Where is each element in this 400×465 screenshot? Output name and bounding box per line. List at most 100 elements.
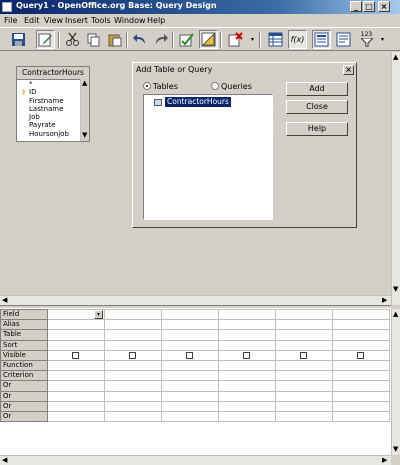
field-item[interactable]: ⚷ ID [21, 88, 79, 96]
or-cell[interactable] [47, 390, 105, 402]
field-item[interactable]: Hoursonjob [21, 130, 79, 138]
or-cell[interactable] [218, 410, 276, 423]
queries-radio-label[interactable]: Queries [221, 82, 252, 91]
delete-icon[interactable] [226, 30, 245, 49]
scroll-up-icon[interactable]: ▲ [82, 80, 87, 87]
field-item[interactable]: Job [21, 113, 79, 121]
or-cell[interactable] [161, 390, 219, 402]
scroll-down-icon[interactable]: ▼ [393, 446, 398, 453]
field-cell[interactable] [161, 308, 219, 321]
sort-cell[interactable] [161, 339, 219, 351]
function-cell[interactable] [47, 359, 105, 372]
visible-checkbox[interactable] [243, 351, 250, 359]
field-list-scrollbar[interactable]: ▲ ▼ [80, 79, 89, 141]
or-cell[interactable] [161, 400, 219, 412]
grid-horizontal-scrollbar[interactable]: ◀ ▶ [0, 455, 391, 465]
function-cell[interactable] [218, 359, 276, 372]
table-cell[interactable] [161, 329, 219, 341]
alias-cell[interactable] [218, 319, 276, 331]
table-cell[interactable] [47, 329, 105, 341]
close-button[interactable]: × [378, 1, 390, 12]
or-cell[interactable] [104, 390, 162, 402]
or-cell[interactable] [332, 410, 390, 423]
or-cell[interactable] [275, 400, 333, 412]
or-cell[interactable] [104, 400, 162, 412]
field-cell[interactable] [104, 308, 162, 321]
function-cell[interactable] [104, 359, 162, 372]
scroll-right-icon[interactable]: ▶ [382, 457, 387, 464]
scroll-left-icon[interactable]: ◀ [2, 457, 7, 464]
field-cell[interactable] [275, 308, 333, 321]
functions-icon[interactable]: f(x) [288, 30, 307, 49]
menu-insert[interactable]: Insert [65, 16, 88, 25]
table-cell[interactable] [218, 329, 276, 341]
chevron-down-icon[interactable]: ▾ [94, 310, 103, 319]
sort-cell[interactable] [332, 339, 390, 351]
or-cell[interactable] [332, 400, 390, 412]
or-cell[interactable] [218, 390, 276, 402]
redo-icon[interactable] [151, 30, 170, 49]
visible-checkbox[interactable] [357, 351, 364, 359]
visible-checkbox[interactable] [129, 351, 136, 359]
or-cell[interactable] [332, 380, 390, 392]
run-query-icon[interactable] [177, 30, 196, 49]
tables-radio-label[interactable]: Tables [153, 82, 178, 91]
scroll-right-icon[interactable]: ▶ [382, 297, 387, 304]
field-cell[interactable]: ▾ [47, 308, 105, 321]
design-vertical-scrollbar[interactable]: ▲ ▼ [391, 52, 400, 305]
or-cell[interactable] [275, 390, 333, 402]
grid-vertical-scrollbar[interactable]: ▲ ▼ [391, 309, 400, 455]
copy-icon[interactable] [84, 30, 103, 49]
chevron-down-icon[interactable]: ▾ [378, 30, 387, 49]
visible-checkbox[interactable] [72, 351, 79, 359]
or-cell[interactable] [275, 410, 333, 423]
menu-edit[interactable]: Edit [24, 16, 40, 25]
or-cell[interactable] [161, 380, 219, 392]
field-item[interactable]: Payrate [21, 121, 79, 129]
edit-icon[interactable] [36, 30, 55, 49]
menu-file[interactable]: File [4, 16, 17, 25]
alias-icon[interactable] [334, 30, 353, 49]
alias-cell[interactable] [47, 319, 105, 331]
table-cell[interactable] [275, 329, 333, 341]
criterion-cell[interactable] [218, 370, 276, 382]
function-cell[interactable] [275, 359, 333, 372]
field-cell[interactable] [218, 308, 276, 321]
tables-radio[interactable] [143, 82, 151, 90]
or-cell[interactable] [332, 390, 390, 402]
cut-icon[interactable] [63, 30, 82, 49]
close-dialog-button[interactable]: Close [286, 100, 348, 114]
minimize-button[interactable]: _ [350, 1, 362, 12]
criterion-cell[interactable] [104, 370, 162, 382]
add-button[interactable]: Add [286, 82, 348, 96]
alias-cell[interactable] [161, 319, 219, 331]
add-tables-icon[interactable] [266, 30, 285, 49]
list-item[interactable]: ContractorHours [154, 97, 231, 107]
criterion-cell[interactable] [47, 370, 105, 382]
or-cell[interactable] [47, 380, 105, 392]
function-cell[interactable] [161, 359, 219, 372]
sort-cell[interactable] [218, 339, 276, 351]
criterion-cell[interactable] [332, 370, 390, 382]
table-window[interactable]: ContractorHours * ⚷ ID Firstname Lastname… [16, 66, 90, 142]
or-cell[interactable] [47, 400, 105, 412]
table-name-icon[interactable] [312, 30, 331, 49]
visible-checkbox[interactable] [300, 351, 307, 359]
or-cell[interactable] [104, 380, 162, 392]
menu-tools[interactable]: Tools [91, 16, 111, 25]
field-cell[interactable] [332, 308, 390, 321]
scroll-down-icon[interactable]: ▼ [393, 286, 398, 293]
menu-window[interactable]: Window [114, 16, 146, 25]
or-cell[interactable] [218, 380, 276, 392]
sort-cell[interactable] [275, 339, 333, 351]
design-view-icon[interactable] [199, 30, 218, 49]
field-item[interactable]: Lastname [21, 105, 79, 113]
maximize-button[interactable]: □ [363, 1, 375, 12]
table-cell[interactable] [332, 329, 390, 341]
help-button[interactable]: Help [286, 122, 348, 136]
field-item[interactable]: Firstname [21, 97, 79, 105]
criterion-cell[interactable] [275, 370, 333, 382]
scroll-left-icon[interactable]: ◀ [2, 297, 7, 304]
visible-checkbox[interactable] [186, 351, 193, 359]
queries-radio[interactable] [211, 82, 219, 90]
